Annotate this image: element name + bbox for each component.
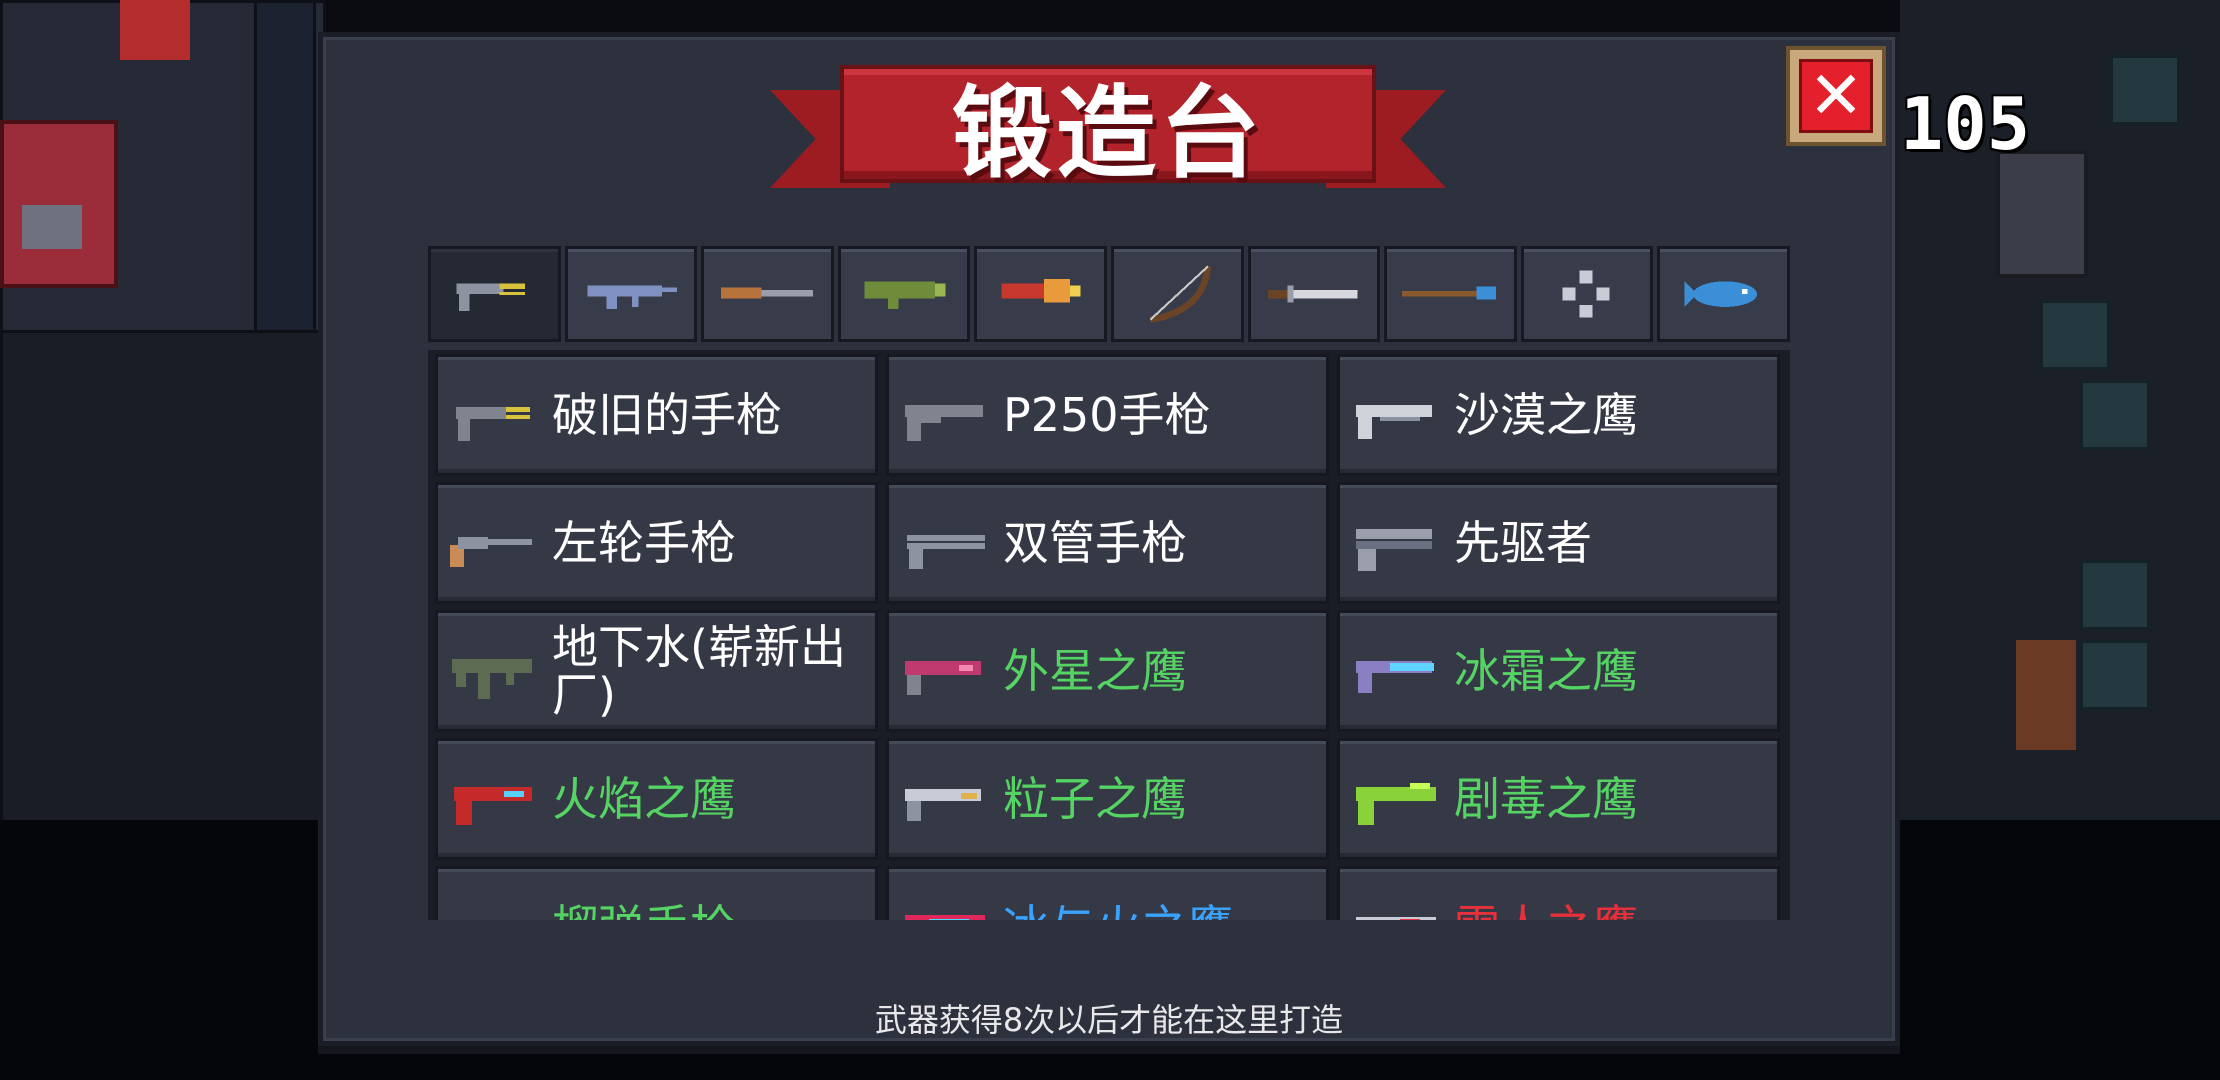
background-crate (2080, 640, 2150, 710)
weapon-item[interactable]: 外星之鹰 (886, 610, 1329, 732)
flamethrower-icon (993, 260, 1089, 328)
vending-machine-prop (1996, 150, 2088, 278)
weapon-name: P250手枪 (1003, 388, 1211, 442)
tab-sword[interactable] (1247, 246, 1381, 342)
background-crate (2080, 560, 2150, 630)
background-crate (2110, 55, 2180, 125)
weapon-item[interactable]: 破旧的手枪 (435, 354, 878, 476)
background-void (320, 1040, 1900, 1080)
weapon-grid: 破旧的手枪 P250手枪 沙漠之鹰 左轮手枪 双管手枪 先驱者 地下水(崭新出厂) 外星之鹰冰… (435, 354, 1780, 920)
weapon-item[interactable]: P250手枪 (886, 354, 1329, 476)
weapon-item[interactable]: 剧毒之鹰 (1337, 738, 1780, 860)
weapon-name: 冰与火之鹰 (1003, 869, 1316, 920)
weapon-item[interactable]: 冰霜之鹰 (1337, 610, 1780, 732)
weapon-item[interactable]: 左轮手枪 (435, 482, 878, 604)
pistol-icon (446, 260, 542, 328)
npc-character (2016, 640, 2076, 750)
tab-crosshair[interactable] (1520, 246, 1654, 342)
computer-prop (22, 205, 82, 249)
weapon-item[interactable]: 先驱者 (1337, 482, 1780, 604)
tab-spear[interactable] (1384, 246, 1517, 342)
tab-fish[interactable] (1657, 246, 1790, 342)
fish-icon (1676, 260, 1772, 328)
tab-pistol[interactable] (428, 246, 561, 342)
close-icon: ✕ (1799, 59, 1873, 133)
weapon-item[interactable]: 冰与火之鹰 (886, 866, 1329, 920)
rocket-launcher-icon (856, 260, 952, 328)
flame-eagle-icon (448, 771, 538, 831)
weapon-name: 外星之鹰 (1003, 644, 1187, 698)
crosshair-icon (1539, 260, 1635, 328)
weapon-list[interactable]: 破旧的手枪 P250手枪 沙漠之鹰 左轮手枪 双管手枪 先驱者 地下水(崭新出厂) 外星之鹰冰… (428, 350, 1790, 920)
bow-icon (1129, 260, 1225, 328)
weapon-item[interactable]: 火焰之鹰 (435, 738, 878, 860)
tab-shotgun[interactable] (701, 246, 834, 342)
weapon-name: 冰霜之鹰 (1454, 644, 1638, 698)
alien-eagle-icon (899, 643, 989, 703)
unlock-hint: 武器获得8次以后才能在这里打造 (874, 1001, 1344, 1039)
background-pillar (254, 0, 316, 336)
weapon-name: 榴弹手枪 (552, 869, 865, 920)
weapon-category-tabs (428, 246, 1790, 342)
weapon-name: 先驱者 (1454, 516, 1592, 570)
weapon-name: 左轮手枪 (552, 516, 736, 570)
tab-bow[interactable] (1110, 246, 1244, 342)
old-pistol-icon (448, 387, 538, 447)
tab-rocket-launcher[interactable] (837, 246, 971, 342)
weapon-item[interactable]: 榴弹手枪 (435, 866, 878, 920)
weapon-item[interactable]: 地下水(崭新出厂) (435, 610, 878, 732)
npc-character (120, 0, 190, 60)
weapon-name: 雷人之鹰 (1454, 869, 1767, 920)
sword-icon (1266, 260, 1362, 328)
weapon-item[interactable]: 雷人之鹰 (1337, 866, 1780, 920)
tab-flamethrower[interactable] (974, 246, 1107, 342)
weapon-name: 火焰之鹰 (552, 772, 736, 826)
npc-character (0, 120, 118, 288)
particle-eagle-icon (899, 771, 989, 831)
double-barrel-pistol-icon (899, 515, 989, 575)
p250-pistol-icon (899, 387, 989, 447)
weapon-item[interactable]: 双管手枪 (886, 482, 1329, 604)
underground-water-icon (448, 643, 538, 703)
desert-eagle-icon (1350, 387, 1440, 447)
weapon-name: 地下水(崭新出厂) (552, 620, 846, 722)
background-crate (2040, 300, 2110, 370)
rifle-icon (583, 260, 679, 328)
background-void (0, 820, 320, 1080)
spear-icon (1402, 260, 1498, 328)
weapon-item[interactable]: 沙漠之鹰 (1337, 354, 1780, 476)
frost-eagle-icon (1350, 643, 1440, 703)
grenade-pistol-icon (448, 899, 538, 920)
weapon-name: 沙漠之鹰 (1454, 388, 1638, 442)
shotgun-icon (719, 260, 815, 328)
toxic-eagle-icon (1350, 771, 1440, 831)
weapon-name: 双管手枪 (1003, 516, 1187, 570)
pioneer-icon (1350, 515, 1440, 575)
thunder-eagle-icon (1350, 899, 1440, 920)
background-crate (2080, 380, 2150, 450)
weapon-name: 破旧的手枪 (552, 388, 782, 442)
weapon-item[interactable]: 粒子之鹰 (886, 738, 1329, 860)
gem-counter: 105 (1900, 82, 2031, 166)
revolver-icon (448, 515, 538, 575)
background-floor (0, 330, 326, 826)
close-button[interactable]: ✕ (1786, 46, 1886, 146)
title-banner: 锻造台 (770, 65, 1446, 217)
tab-rifle[interactable] (564, 246, 698, 342)
background-void (1900, 820, 2220, 1080)
ice-fire-eagle-icon (899, 899, 989, 920)
weapon-name: 剧毒之鹰 (1454, 772, 1638, 826)
weapon-name: 粒子之鹰 (1003, 772, 1187, 826)
page-title: 锻造台 (952, 74, 1264, 192)
